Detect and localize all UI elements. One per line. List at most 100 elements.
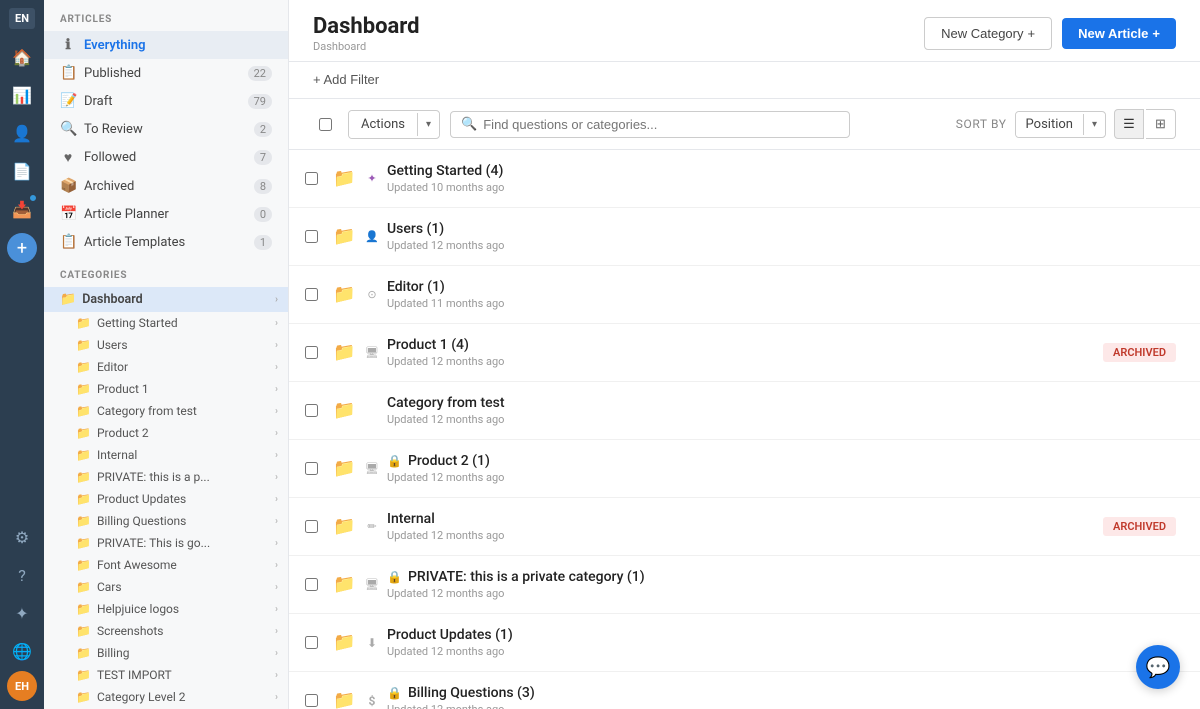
grid-view-button[interactable]: ⊞ — [1146, 109, 1176, 139]
search-input[interactable] — [483, 117, 839, 132]
sidebar-item-archived[interactable]: 📦 Archived 8 — [44, 172, 288, 200]
row-select-checkbox[interactable] — [305, 462, 318, 475]
row-select-checkbox[interactable] — [305, 636, 318, 649]
everything-icon: ℹ — [60, 37, 76, 53]
sidebar-item-editor[interactable]: 📁 Editor › — [44, 356, 288, 378]
language-badge[interactable]: EN — [9, 8, 35, 29]
row-folder-icon: 📁 — [333, 632, 363, 653]
row-checkbox[interactable] — [289, 462, 333, 475]
row-select-checkbox[interactable] — [305, 578, 318, 591]
sidebar-item-cars[interactable]: 📁 Cars › — [44, 576, 288, 598]
sidebar-item-product2[interactable]: 📁 Product 2 › — [44, 422, 288, 444]
table-row[interactable]: 📁 $ 🔒 Billing Questions (3) Updated 12 m… — [289, 672, 1200, 709]
actions-dropdown[interactable]: Actions ▾ — [348, 110, 440, 139]
table-row[interactable]: 📁 ✏ Internal Updated 12 months ago ARCHI… — [289, 498, 1200, 556]
row-title: Editor (1) — [387, 279, 1176, 295]
row-checkbox[interactable] — [289, 172, 333, 185]
row-checkbox[interactable] — [289, 694, 333, 707]
sidebar-item-label: Everything — [84, 38, 146, 53]
list-view-button[interactable]: ☰ — [1114, 109, 1144, 139]
sidebar-item-font-awesome[interactable]: 📁 Font Awesome › — [44, 554, 288, 576]
sidebar-item-private2[interactable]: 📁 PRIVATE: This is go... › — [44, 532, 288, 554]
sidebar-item-product-updates[interactable]: 📁 Product Updates › — [44, 488, 288, 510]
sidebar-item-draft[interactable]: 📝 Draft 79 — [44, 87, 288, 115]
analytics-icon[interactable]: 📊 — [4, 77, 40, 113]
row-subtitle: Updated 12 months ago — [387, 529, 1103, 542]
home-icon[interactable]: 🏠 — [4, 39, 40, 75]
sidebar-item-billing[interactable]: 📁 Billing › — [44, 642, 288, 664]
row-checkbox[interactable] — [289, 636, 333, 649]
row-checkbox[interactable] — [289, 230, 333, 243]
settings-icon[interactable]: ⚙ — [4, 519, 40, 555]
table-row[interactable]: 📁 Category from test Updated 12 months a… — [289, 382, 1200, 440]
new-category-icon: + — [1027, 26, 1035, 41]
sort-dropdown[interactable]: Position ▾ — [1015, 111, 1106, 138]
inbox-icon[interactable]: 📥 — [4, 191, 40, 227]
row-select-checkbox[interactable] — [305, 288, 318, 301]
sidebar-item-getting-started[interactable]: 📁 Getting Started › — [44, 312, 288, 334]
row-checkbox[interactable] — [289, 578, 333, 591]
sidebar-item-category-from-test[interactable]: 📁 Category from test › — [44, 400, 288, 422]
row-checkbox[interactable] — [289, 404, 333, 417]
sidebar-item-everything[interactable]: ℹ Everything — [44, 31, 288, 59]
archived-badge: ARCHIVED — [1103, 517, 1176, 536]
row-select-checkbox[interactable] — [305, 346, 318, 359]
folder-icon: 📁 — [76, 426, 91, 440]
sidebar-item-helpjuice-logos[interactable]: 📁 Helpjuice logos › — [44, 598, 288, 620]
contacts-icon[interactable]: 👤 — [4, 115, 40, 151]
row-select-checkbox[interactable] — [305, 230, 318, 243]
chat-bubble-button[interactable]: 💬 — [1136, 645, 1180, 689]
table-row[interactable]: 📁 🖥 🔒 PRIVATE: this is a private categor… — [289, 556, 1200, 614]
row-checkbox[interactable] — [289, 520, 333, 533]
published-icon: 📋 — [60, 65, 76, 81]
getting-started-cat-label: Getting Started — [97, 316, 275, 330]
articles-icon[interactable]: 📄 — [4, 153, 40, 189]
sort-caret-icon: ▾ — [1083, 114, 1105, 135]
to-review-count: 2 — [254, 122, 272, 137]
new-category-button[interactable]: New Category + — [924, 17, 1052, 50]
sidebar-item-label: Article Planner — [84, 207, 169, 222]
sidebar-item-published[interactable]: 📋 Published 22 — [44, 59, 288, 87]
row-select-checkbox[interactable] — [305, 694, 318, 707]
table-row[interactable]: 📁 🖥 🔒 Product 2 (1) Updated 12 months ag… — [289, 440, 1200, 498]
row-sub-icon: ⬇ — [363, 636, 381, 650]
sidebar-item-users[interactable]: 📁 Users › — [44, 334, 288, 356]
sidebar-item-article-templates[interactable]: 📋 Article Templates 1 — [44, 228, 288, 256]
row-select-checkbox[interactable] — [305, 520, 318, 533]
draft-count: 79 — [248, 94, 272, 109]
sidebar-item-billing-questions[interactable]: 📁 Billing Questions › — [44, 510, 288, 532]
table-row[interactable]: 📁 👤 Users (1) Updated 12 months ago — [289, 208, 1200, 266]
help-icon[interactable]: ? — [4, 557, 40, 593]
new-category-label: New Category — [941, 26, 1023, 41]
table-row[interactable]: 📁 ✦ Getting Started (4) Updated 10 month… — [289, 150, 1200, 208]
sidebar-item-private[interactable]: 📁 PRIVATE: this is a p... › — [44, 466, 288, 488]
folder-icon: 📁 — [76, 646, 91, 660]
published-count: 22 — [248, 66, 272, 81]
sidebar-item-category-level-2[interactable]: 📁 Category Level 2 › — [44, 686, 288, 708]
table-row[interactable]: 📁 ⊙ Editor (1) Updated 11 months ago — [289, 266, 1200, 324]
sidebar-item-to-review[interactable]: 🔍 To Review 2 — [44, 115, 288, 143]
select-all-checkbox[interactable] — [319, 118, 332, 131]
language-icon[interactable]: 🌐 — [4, 633, 40, 669]
table-row[interactable]: 📁 ⬇ Product Updates (1) Updated 12 month… — [289, 614, 1200, 672]
sidebar-item-followed[interactable]: ♥ Followed 7 — [44, 143, 288, 172]
new-article-button[interactable]: New Article + — [1062, 18, 1176, 49]
sidebar-item-screenshots[interactable]: 📁 Screenshots › — [44, 620, 288, 642]
sidebar-item-dashboard[interactable]: 📁 Dashboard › — [44, 287, 288, 312]
automation-icon[interactable]: ✦ — [4, 595, 40, 631]
sidebar-item-product1[interactable]: 📁 Product 1 › — [44, 378, 288, 400]
add-filter-button[interactable]: + Add Filter — [313, 72, 379, 87]
row-checkbox[interactable] — [289, 346, 333, 359]
sidebar-item-internal[interactable]: 📁 Internal › — [44, 444, 288, 466]
add-button[interactable]: + — [7, 233, 37, 263]
actions-label: Actions — [349, 111, 417, 138]
row-select-checkbox[interactable] — [305, 404, 318, 417]
lock-icon: 🔒 — [387, 686, 402, 700]
user-avatar[interactable]: EH — [7, 671, 37, 701]
row-subtitle: Updated 12 months ago — [387, 239, 1176, 252]
sidebar-item-test-import[interactable]: 📁 TEST IMPORT › — [44, 664, 288, 686]
sidebar-item-article-planner[interactable]: 📅 Article Planner 0 — [44, 200, 288, 228]
row-select-checkbox[interactable] — [305, 172, 318, 185]
table-row[interactable]: 📁 🖥 Product 1 (4) Updated 12 months ago … — [289, 324, 1200, 382]
row-checkbox[interactable] — [289, 288, 333, 301]
